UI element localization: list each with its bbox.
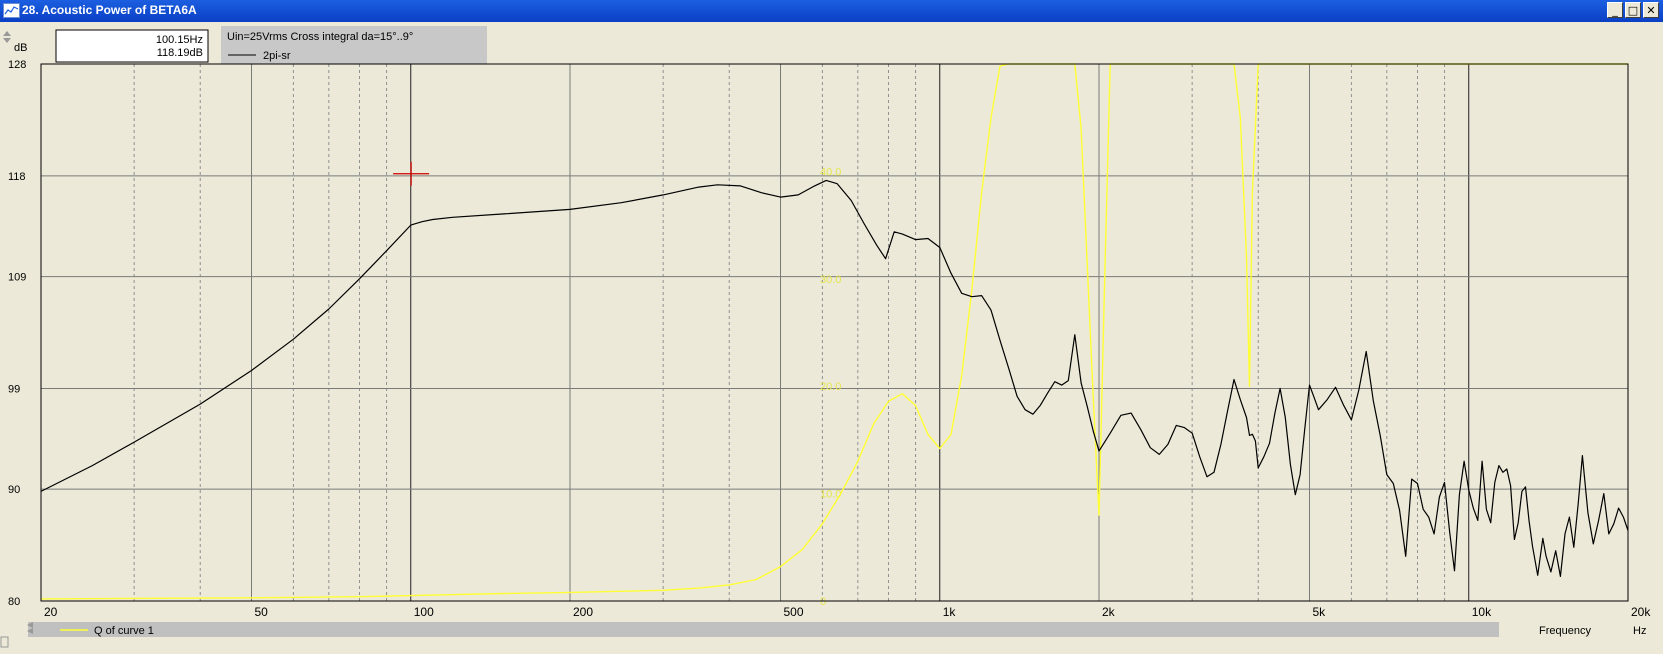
x-tick-label: 100 [414, 605, 434, 619]
y-tick-label: 109 [8, 272, 26, 284]
plot-frame [40, 63, 1629, 602]
window-title: 28. Acoustic Power of BETA6A [22, 3, 197, 17]
grid [40, 63, 1629, 602]
x-tick-label: 20 [44, 605, 58, 619]
series-2pi-sr [40, 179, 1629, 578]
x-tick-label: 5k [1313, 605, 1327, 619]
response-chart[interactable]: dB 100.15Hz 118.19dB Uin=25Vrms Cross in… [0, 22, 1663, 649]
y-tick-label: 99 [8, 383, 20, 395]
x-tick-label: 500 [784, 605, 804, 619]
chart-app-icon [3, 3, 20, 18]
cursor-crosshair[interactable] [393, 161, 430, 186]
x-axis-unit: Hz [1633, 625, 1646, 637]
bottom-legend-bar [28, 622, 1499, 637]
x-tick-label: 50 [255, 605, 269, 619]
x-tick-label: 1k [943, 605, 957, 619]
series-q-curve [40, 63, 1628, 600]
cursor-readout-frequency: 100.15Hz [156, 34, 203, 46]
x-tick-label: 2k [1102, 605, 1116, 619]
legend-header: Uin=25Vrms Cross integral da=15°..9° [227, 31, 413, 43]
y-tick-label: 90 [8, 484, 20, 496]
minimize-button[interactable]: _ [1607, 2, 1623, 18]
y-tick-label: 128 [8, 59, 26, 71]
y-scroll-up-icon[interactable] [3, 31, 11, 43]
cursor-readout-level: 118.19dB [157, 47, 203, 59]
curves [40, 63, 1629, 600]
y-tick-label: 118 [8, 171, 26, 183]
y-tick-label: 80 [8, 596, 20, 608]
x-tick-label: 200 [573, 605, 593, 619]
x-tick-label: 20k [1631, 605, 1651, 619]
x-axis-title: Frequency [1539, 625, 1591, 637]
y2-tick-label: 0 [820, 596, 826, 608]
corner-resize-icon[interactable] [0, 636, 9, 648]
legend-series1-label: 2pi-sr [263, 50, 291, 62]
title-bar: 28. Acoustic Power of BETA6A _ □ ✕ [0, 0, 1663, 22]
close-button[interactable]: ✕ [1643, 2, 1659, 18]
y2-tick-label: 20.0 [820, 381, 841, 393]
legend-series2-label: Q of curve 1 [94, 625, 154, 637]
y2-tick-label: 40.0 [820, 166, 841, 178]
y-axis-unit: dB [14, 42, 27, 54]
maximize-button[interactable]: □ [1625, 2, 1641, 18]
x-tick-label: 10k [1472, 605, 1492, 619]
chart-area: dB 100.15Hz 118.19dB Uin=25Vrms Cross in… [0, 22, 1663, 649]
y2-axis-ticks: 010.020.030.040.0 [820, 166, 841, 608]
x-axis-ticks: 20 50 100 200 500 1k 2k 5k 10k 20k [44, 605, 1651, 619]
y-axis-ticks: 80 90 99 109 118 128 [8, 59, 26, 608]
y2-tick-label: 30.0 [820, 274, 841, 286]
